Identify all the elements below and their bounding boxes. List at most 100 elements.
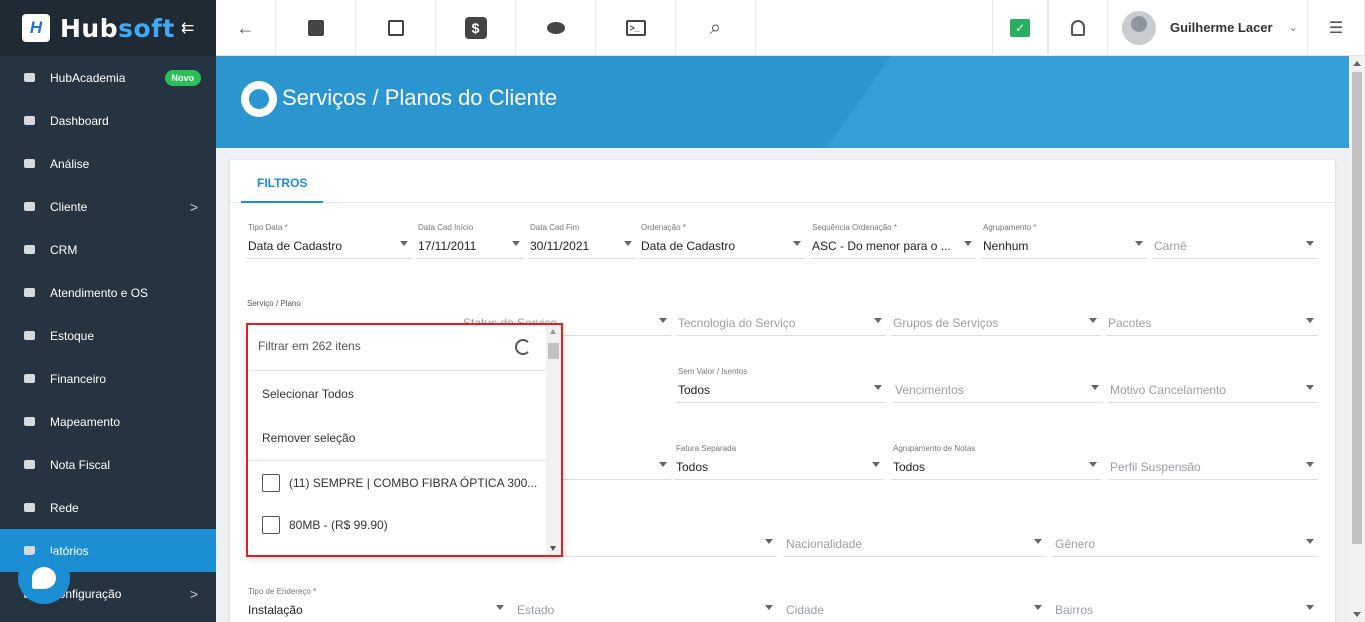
refresh-icon[interactable]: [515, 339, 531, 355]
calendar-clock-icon: [387, 20, 404, 36]
sidebar-item[interactable]: Mapeamento: [0, 400, 216, 443]
notifications-button[interactable]: [1048, 0, 1108, 56]
checkbox[interactable]: [262, 474, 280, 492]
sidebar-item-label: Atendimento e OS: [50, 285, 149, 300]
sidebar-item[interactable]: Financeiro: [0, 357, 216, 400]
page-scrollbar[interactable]: [1349, 56, 1365, 622]
caret-down-icon: [496, 605, 504, 610]
sidebar: H Hubsoft ⇇ HubAcademia Novo Dashboard Anál…: [0, 0, 216, 622]
user-menu[interactable]: Guilherme Lacer ⌄: [1108, 0, 1308, 55]
list-item[interactable]: 80MB - (R$ 99.90): [262, 515, 388, 535]
sidebar-item[interactable]: Análise: [0, 142, 216, 185]
field-value: ASC - Do menor para o ...: [812, 239, 951, 253]
filter-select[interactable]: Sequência Ordenação * ASC - Do menor para…: [810, 223, 976, 259]
filter-select[interactable]: Pacotes: [1106, 300, 1318, 336]
caret-down-icon: [1306, 318, 1314, 323]
caret-down-icon: [400, 241, 408, 246]
view-button[interactable]: [516, 0, 596, 56]
dropdown-filter: [248, 325, 546, 371]
filter-select[interactable]: Sem Valor / Isentos Todos: [676, 367, 886, 403]
caret-down-icon: [1091, 385, 1099, 390]
field-label: Tipo Data *: [248, 223, 288, 232]
dropdown-scrollbar[interactable]: [546, 325, 561, 555]
sidebar-item[interactable]: Atendimento e OS: [0, 271, 216, 314]
bell-icon: [1071, 20, 1085, 36]
filter-select[interactable]: Estado: [515, 587, 777, 622]
filter-select[interactable]: Tipo Data * Data de Cadastro: [246, 223, 412, 259]
eye-icon: [546, 22, 565, 34]
caret-down-icon: [1135, 241, 1143, 246]
hubsoft-logo-icon: H: [22, 14, 50, 42]
field-placeholder: Motivo Cancelamento: [1110, 383, 1227, 397]
sidebar-item[interactable]: Estoque: [0, 314, 216, 357]
caret-down-icon: [964, 241, 972, 246]
caret-down-icon: [765, 539, 773, 544]
list-icon: ☰: [1328, 20, 1344, 37]
sidebar-item[interactable]: CRM: [0, 228, 216, 271]
scroll-thumb[interactable]: [548, 343, 559, 359]
filter-select[interactable]: Perfil Suspensão: [1108, 444, 1318, 480]
scroll-up-icon: [550, 329, 556, 334]
filter-select[interactable]: Carnê: [1152, 223, 1318, 259]
terminal-icon: >_: [625, 20, 646, 36]
filter-select[interactable]: Agrupamento de Notas Todos: [891, 444, 1101, 480]
field-label: Data Cad Início: [418, 223, 474, 232]
sidebar-item[interactable]: HubAcademia Novo: [0, 56, 216, 99]
list-menu-button[interactable]: ☰: [1308, 0, 1365, 56]
field-placeholder: Vencimentos: [895, 383, 964, 397]
back-button[interactable]: ←: [216, 0, 276, 56]
filter-select[interactable]: Agrupamento * Nenhum: [981, 223, 1147, 259]
sidebar-item[interactable]: Nota Fiscal: [0, 443, 216, 486]
filter-select[interactable]: Gênero: [1053, 521, 1318, 557]
topbar: ← $ >_ ⌕ ✓ Guilherme Lacer ⌄ ☰: [216, 0, 1365, 56]
dollar-icon: $: [464, 17, 487, 39]
sidebar-item[interactable]: Dashboard: [0, 99, 216, 142]
filter-select[interactable]: Ordenação * Data de Cadastro: [639, 223, 805, 259]
check-icon: ✓: [1010, 19, 1030, 37]
list-item[interactable]: (11) SEMPRE | COMBO FIBRA ÓPTICA 300...: [262, 473, 537, 493]
logo[interactable]: H Hubsoft ⇇: [0, 0, 216, 56]
caret-down-icon: [874, 385, 882, 390]
filter-select[interactable]: Vencimentos: [893, 367, 1103, 403]
remove-selection-option[interactable]: Remover seleção: [262, 431, 355, 445]
search-button[interactable]: ⌕: [676, 0, 756, 56]
filter-select[interactable]: Tipo de Endereço * Instalação: [246, 587, 508, 622]
finance-button[interactable]: $: [436, 0, 516, 56]
scroll-down-icon: [550, 546, 556, 551]
collapse-sidebar-icon[interactable]: ⇇: [181, 18, 194, 38]
field-placeholder: Cidade: [786, 603, 825, 617]
terminal-button[interactable]: >_: [596, 0, 676, 56]
filter-select[interactable]: Grupos de Serviços: [891, 300, 1101, 336]
chat-bubble-button[interactable]: [18, 552, 70, 604]
sidebar-item[interactable]: Rede: [0, 486, 216, 529]
checkbox[interactable]: [262, 516, 280, 534]
client-card-button[interactable]: [276, 0, 356, 56]
dropdown-filter-input[interactable]: [258, 339, 498, 353]
filter-select[interactable]: Nacionalidade: [784, 521, 1046, 557]
sidebar-item-label: Cliente: [50, 199, 88, 214]
select-all-option[interactable]: Selecionar Todos: [262, 387, 354, 401]
clock-icon: [22, 287, 36, 299]
field-value: Nenhum: [983, 239, 1029, 253]
field-placeholder: Nacionalidade: [786, 537, 863, 551]
filter-select[interactable]: Cidade: [784, 587, 1046, 622]
caret-down-icon: [1089, 462, 1097, 467]
filter-select[interactable]: Fatura Separada Todos: [674, 444, 884, 480]
tab-filtros[interactable]: FILTROS: [241, 160, 324, 203]
scroll-thumb[interactable]: [1352, 72, 1362, 544]
filter-select[interactable]: Bairros: [1053, 587, 1318, 622]
sidebar-item[interactable]: Cliente >: [0, 185, 216, 228]
filter-select[interactable]: Motivo Cancelamento: [1108, 367, 1318, 403]
filter-select[interactable]: Data Cad Início 17/11/2011: [416, 223, 524, 259]
sidebar-item-label: Mapeamento: [50, 414, 121, 429]
filter-select[interactable]: Tecnologia do Serviço: [676, 300, 886, 336]
sidebar-item-label: Nota Fiscal: [50, 457, 111, 472]
field-label: Tipo de Endereço *: [248, 587, 317, 596]
field-placeholder: Gênero: [1055, 537, 1096, 551]
sidebar-item-label: Estoque: [50, 328, 95, 343]
field-value: Data de Cadastro: [248, 239, 343, 253]
tabs-bar: FILTROS: [230, 160, 1335, 203]
filter-select[interactable]: Data Cad Fim 30/11/2021: [528, 223, 636, 259]
schedule-button[interactable]: [356, 0, 436, 56]
tasks-button[interactable]: ✓: [992, 0, 1048, 56]
